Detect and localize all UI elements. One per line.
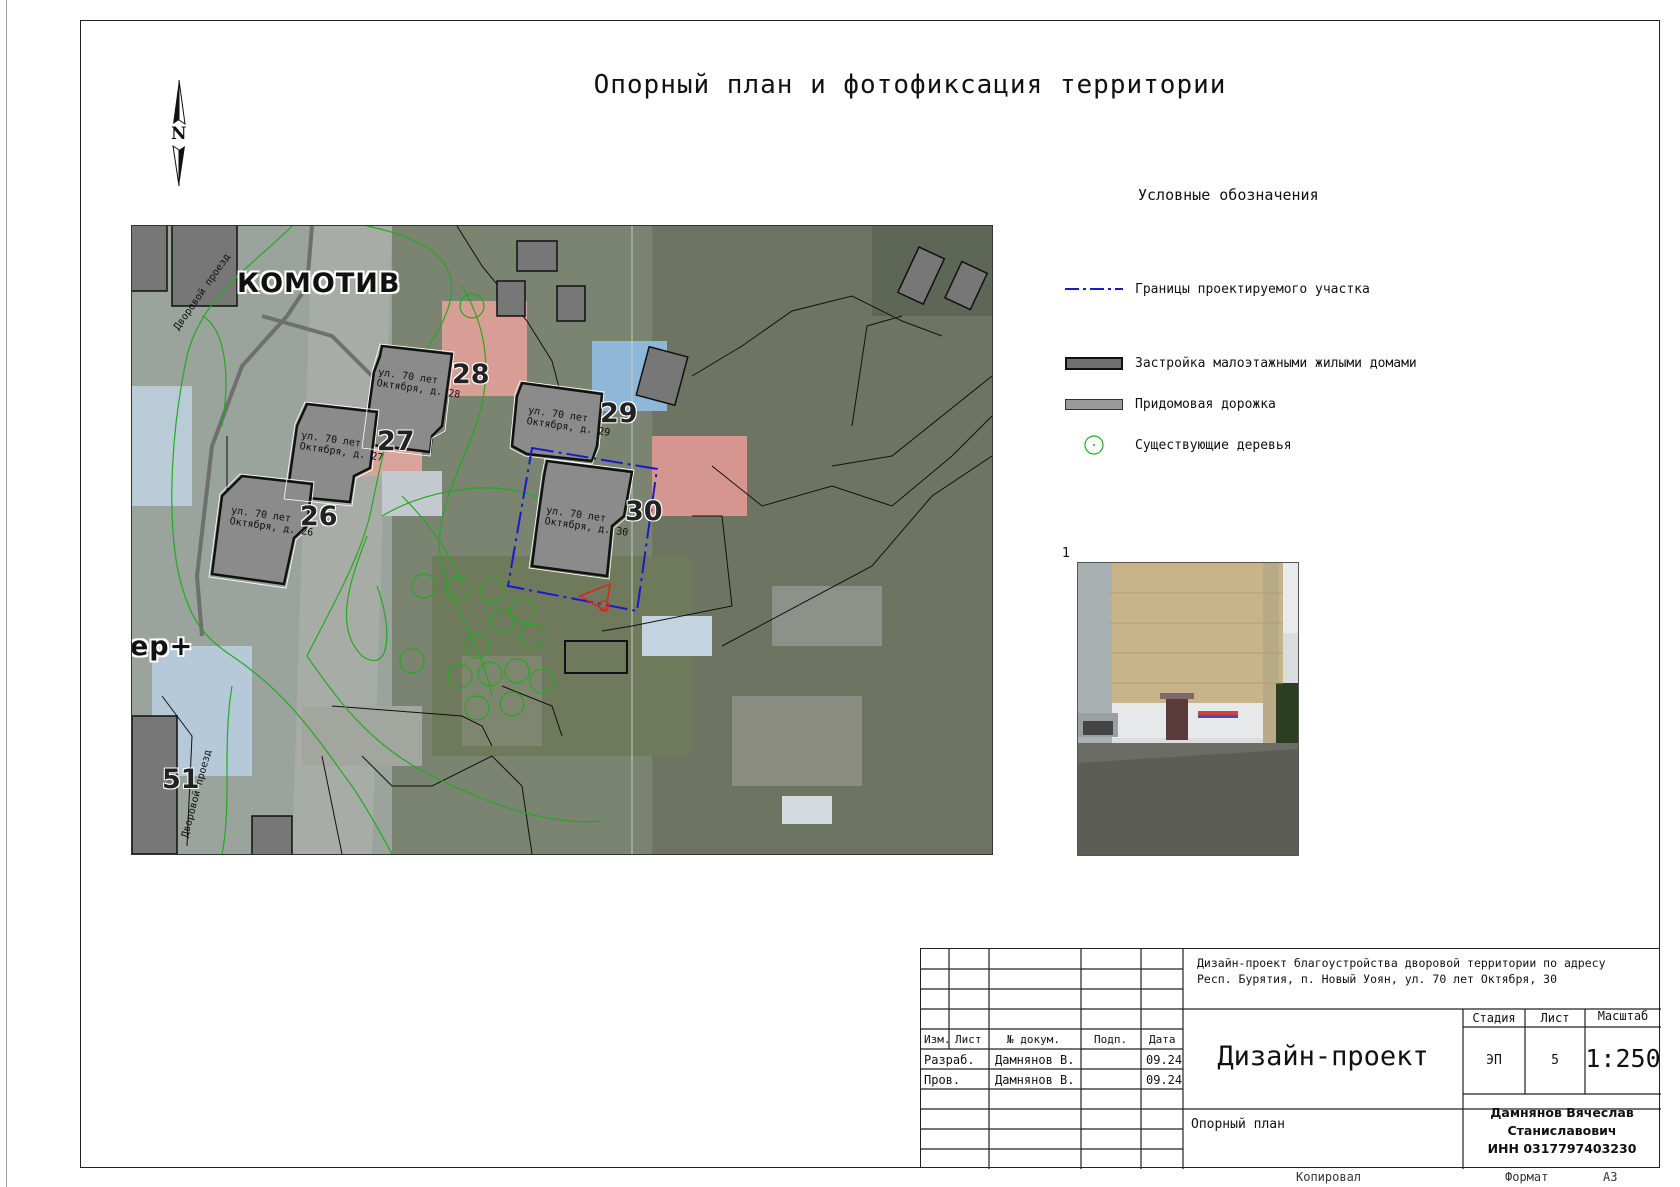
sheet-name: Опорный план (1191, 1117, 1285, 1132)
legend-item-sidewalk: Придомовая дорожка (1065, 393, 1276, 415)
header-izm: Изм. (924, 1033, 951, 1046)
stage-value: ЭП (1486, 1053, 1502, 1068)
legend-label-trees: Существующие деревья (1135, 437, 1292, 453)
row-name-developer: Дамнянов В. (995, 1053, 1075, 1067)
doc-type: Дизайн-проект (1217, 1041, 1429, 1072)
building-number-28: 28 (452, 359, 490, 390)
copied-label: Копировал (1296, 1170, 1362, 1184)
stage-header: Стадия (1472, 1011, 1516, 1025)
legend-label-buildings: Застройка малоэтажными жилыми домами (1135, 355, 1417, 371)
header-list: Лист (955, 1033, 982, 1046)
list-header: Лист (1540, 1011, 1570, 1025)
photo-building-image (1078, 563, 1298, 855)
author-patronymic: Станиславович (1507, 1123, 1617, 1138)
author-block: Дамнянов Вячеслав Станиславович ИНН 0317… (1463, 1104, 1661, 1158)
sheet-title: Опорный план и фотофиксация территории (593, 70, 1227, 100)
building-number-30: 30 (625, 496, 663, 527)
legend-label-boundary: Границы проектируемого участка (1135, 281, 1370, 297)
grey-rect-icon (1065, 398, 1123, 410)
row-name-checker: Дамнянов В. (995, 1073, 1075, 1087)
project-description: Дизайн-проект благоустройства дворовой т… (1197, 955, 1647, 987)
row-date-developer: 09.24 (1146, 1053, 1183, 1067)
scale-header: Масштаб (1597, 1009, 1649, 1023)
row-role-checker: Пров. (924, 1073, 961, 1087)
building-number-27: 27 (377, 426, 415, 457)
legend-item-boundary: Границы проектируемого участка (1065, 278, 1370, 300)
tree-circle-icon (1065, 435, 1123, 455)
site-plan-map: КОМОТИВ ер+ 51 Дворовой проезд Дворовой … (131, 225, 993, 855)
district-label: КОМОТИВ (237, 268, 401, 299)
site-photo (1077, 562, 1299, 856)
list-value: 5 (1551, 1053, 1559, 1068)
photo-number: 1 (1062, 546, 1071, 561)
map-drawing (132, 226, 992, 854)
legend-title: Условные обозначения (1138, 186, 1319, 204)
row-role-developer: Разраб. (924, 1053, 975, 1067)
dark-rect-icon (1065, 356, 1123, 370)
project-description-text: Дизайн-проект благоустройства дворовой т… (1197, 956, 1606, 986)
title-block: Дизайн-проект благоустройства дворовой т… (920, 948, 1661, 1169)
format-label: Формат (1505, 1170, 1549, 1184)
legend-item-trees: Существующие деревья (1065, 434, 1292, 456)
building-number-29: 29 (600, 398, 638, 429)
shop-label: ер+ (131, 631, 194, 662)
header-podp: Подп. (1094, 1033, 1128, 1046)
header-doc: № докум. (1007, 1033, 1060, 1046)
format-value: А3 (1603, 1170, 1618, 1184)
sheet-left-edge (6, 0, 7, 1187)
legend-label-sidewalk: Придомовая дорожка (1135, 396, 1276, 412)
north-arrow-icon: N (168, 79, 190, 187)
author-inn: ИНН 0317797403230 (1487, 1141, 1637, 1156)
row-date-checker: 09.24 (1146, 1073, 1183, 1087)
header-date: Дата (1149, 1033, 1176, 1046)
north-letter: N (171, 124, 187, 144)
author-name: Дамнянов Вячеслав (1490, 1105, 1634, 1120)
building-number-26: 26 (300, 501, 338, 532)
scale-value: 1:250 (1585, 1044, 1661, 1073)
dash-dot-line-icon (1065, 283, 1123, 295)
legend-item-buildings: Застройка малоэтажными жилыми домами (1065, 352, 1417, 374)
